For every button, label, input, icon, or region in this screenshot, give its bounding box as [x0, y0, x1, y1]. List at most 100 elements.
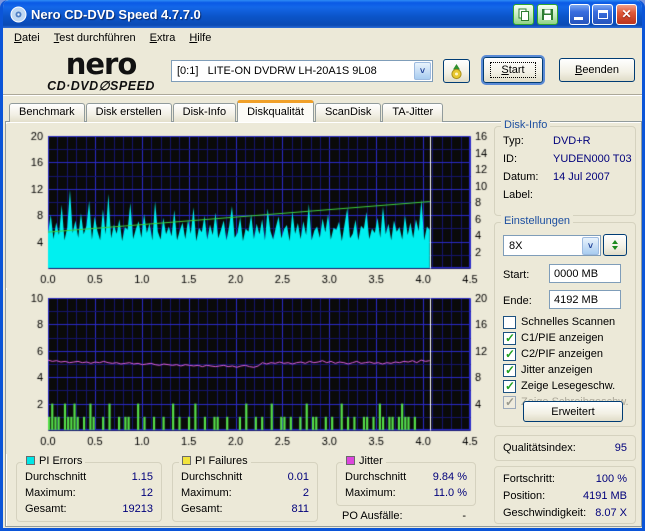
drive-select[interactable]: [0:1] LITE-ON DVDRW LH-20A1S 9L08 ˅	[171, 60, 433, 82]
stat-label: Durchschnitt	[25, 471, 87, 483]
checkbox-icon	[503, 315, 516, 329]
tab-strip: Benchmark Disk erstellen Disk-Info Diskq…	[9, 100, 444, 122]
start-mb-label: Start:	[503, 269, 530, 281]
checkbox-zeige-lesegeschw[interactable]: Zeige Lesegeschw.	[503, 379, 615, 393]
jitter-legend-swatch	[346, 456, 355, 465]
minimize-icon	[574, 16, 583, 20]
stat-value: 12	[140, 487, 153, 499]
stat-value: 9.84 %	[432, 471, 467, 483]
tab-diskqualitaet[interactable]: Diskqualität	[237, 100, 314, 122]
stat-value: 2	[302, 487, 309, 499]
checkbox-jitter[interactable]: Jitter anzeigen	[503, 363, 593, 377]
title-bar: Nero CD-DVD Speed 4.7.7.0 ✕	[3, 0, 642, 28]
tab-benchmark[interactable]: Benchmark	[9, 103, 85, 122]
eject-disc-icon	[451, 63, 462, 79]
menu-bar: Datei Test durchführen Extra Hilfe	[3, 28, 642, 49]
stat-label: Durchschnitt	[181, 471, 243, 483]
checkbox-icon	[503, 395, 516, 409]
app-window: Nero CD-DVD Speed 4.7.7.0 ✕ Datei Test d…	[0, 0, 645, 531]
ende-mb-label: Ende:	[503, 295, 532, 307]
refresh-speed-button[interactable]	[603, 234, 627, 256]
save-button[interactable]	[537, 3, 558, 25]
pi-failures-stats-group: PI Failures Durchschnitt 0.01 Maximum: 2 G…	[172, 455, 318, 522]
maximize-icon	[597, 9, 608, 19]
stat-label: Maximum:	[181, 487, 232, 499]
settings-title: Einstellungen	[501, 215, 574, 227]
stat-label: Gesamt:	[181, 503, 223, 515]
disk-label-label: Label:	[503, 189, 533, 201]
disk-datum-value: 14 Jul 2007	[553, 171, 610, 183]
diskqualitaet-page: Disk-Info Typ: DVD+R ID: YUDEN000 T03 Datu…	[5, 119, 642, 527]
copy-icon	[518, 8, 529, 21]
menu-test-durchfuehren[interactable]: Test durchführen	[47, 30, 143, 46]
toolbar: nero CD·DVD∅SPEED [0:1] LITE-ON DVDRW LH…	[3, 49, 642, 96]
disk-info-title: Disk-Info	[501, 119, 551, 131]
beenden-button-label: Beenden	[574, 64, 620, 76]
tab-scandisk[interactable]: ScanDisk	[314, 103, 382, 122]
jitter-stats-title: Jitter	[343, 455, 386, 467]
app-disc-icon	[10, 6, 27, 22]
toolbar-separator	[3, 94, 642, 96]
minimize-button[interactable]	[569, 3, 590, 25]
stat-value: 19213	[122, 503, 153, 515]
erweitert-button[interactable]: Erweitert	[523, 401, 623, 422]
pi-failures-jitter-chart	[6, 290, 494, 454]
position-label: Position:	[503, 490, 546, 502]
checkbox-c1-pie[interactable]: C1/PIE anzeigen	[503, 331, 604, 345]
refresh-icon	[612, 240, 618, 250]
pi-errors-legend-swatch	[26, 456, 35, 465]
checkbox-icon	[503, 363, 516, 377]
tab-disk-erstellen[interactable]: Disk erstellen	[85, 103, 172, 122]
stat-value: 11.0 %	[433, 487, 467, 499]
checkbox-icon	[503, 379, 516, 393]
eject-disc-button[interactable]	[443, 59, 470, 83]
nero-logo-subtitle: CD·DVD∅SPEED	[47, 79, 155, 93]
chevron-down-icon[interactable]: ˅	[414, 62, 431, 80]
geschwindigkeit-value: 8.07 X	[595, 507, 627, 519]
menu-datei[interactable]: Datei	[7, 30, 47, 46]
stat-label: Durchschnitt	[345, 471, 407, 483]
tab-disk-info[interactable]: Disk-Info	[172, 103, 237, 122]
checkbox-icon	[503, 331, 516, 345]
speed-select[interactable]: 8X ˅	[503, 235, 601, 256]
stat-value: 0.01	[287, 471, 309, 483]
checkbox-c2-pif[interactable]: C2/PIF anzeigen	[503, 347, 603, 361]
maximize-button[interactable]	[592, 3, 613, 25]
erweitert-button-label: Erweitert	[551, 405, 595, 418]
pi-errors-chart	[6, 124, 494, 288]
drive-select-value: [0:1] LITE-ON DVDRW LH-20A1S 9L08	[177, 65, 377, 77]
pi-errors-stats-title: PI Errors	[23, 455, 86, 467]
settings-group: Einstellungen 8X ˅ Start: Ende: Schnelle…	[494, 215, 636, 427]
speed-select-value: 8X	[509, 239, 523, 252]
menu-hilfe[interactable]: Hilfe	[182, 30, 218, 46]
window-title: Nero CD-DVD Speed 4.7.7.0	[31, 6, 201, 22]
po-ausfaelle-label: PO Ausfälle:	[342, 510, 403, 522]
position-value: 4191 MB	[582, 490, 627, 502]
start-mb-field[interactable]	[549, 264, 621, 283]
disk-typ-value: DVD+R	[553, 135, 591, 147]
menu-extra[interactable]: Extra	[143, 30, 183, 46]
po-ausfaelle-value: -	[462, 510, 466, 522]
stat-label: Maximum:	[345, 487, 396, 499]
po-ausfaelle-row: PO Ausfälle: -	[342, 510, 474, 524]
nero-logo-wordmark: nero	[65, 47, 138, 81]
geschwindigkeit-label: Geschwindigkeit:	[503, 507, 587, 519]
tab-ta-jitter[interactable]: TA-Jitter	[382, 103, 444, 122]
checkbox-icon	[503, 347, 516, 361]
chevron-down-icon[interactable]: ˅	[582, 236, 599, 255]
disk-typ-label: Typ:	[503, 135, 524, 147]
close-button[interactable]: ✕	[616, 3, 637, 25]
ende-mb-field[interactable]	[549, 290, 621, 309]
beenden-button[interactable]: Beenden	[559, 58, 635, 82]
stat-label: Gesamt:	[25, 503, 67, 515]
checkbox-schnelles-scannen[interactable]: Schnelles Scannen	[503, 315, 615, 329]
pi-failures-stats-title: PI Failures	[179, 455, 251, 467]
start-button[interactable]: Start	[483, 57, 543, 83]
copy-screenshot-button[interactable]	[513, 3, 534, 25]
stat-value: 811	[291, 503, 309, 515]
start-button-label: Start	[490, 62, 536, 78]
disk-datum-label: Datum:	[503, 171, 539, 183]
disk-id-label: ID:	[503, 153, 518, 165]
nero-logo: nero CD·DVD∅SPEED	[27, 50, 175, 93]
close-icon: ✕	[621, 7, 632, 21]
